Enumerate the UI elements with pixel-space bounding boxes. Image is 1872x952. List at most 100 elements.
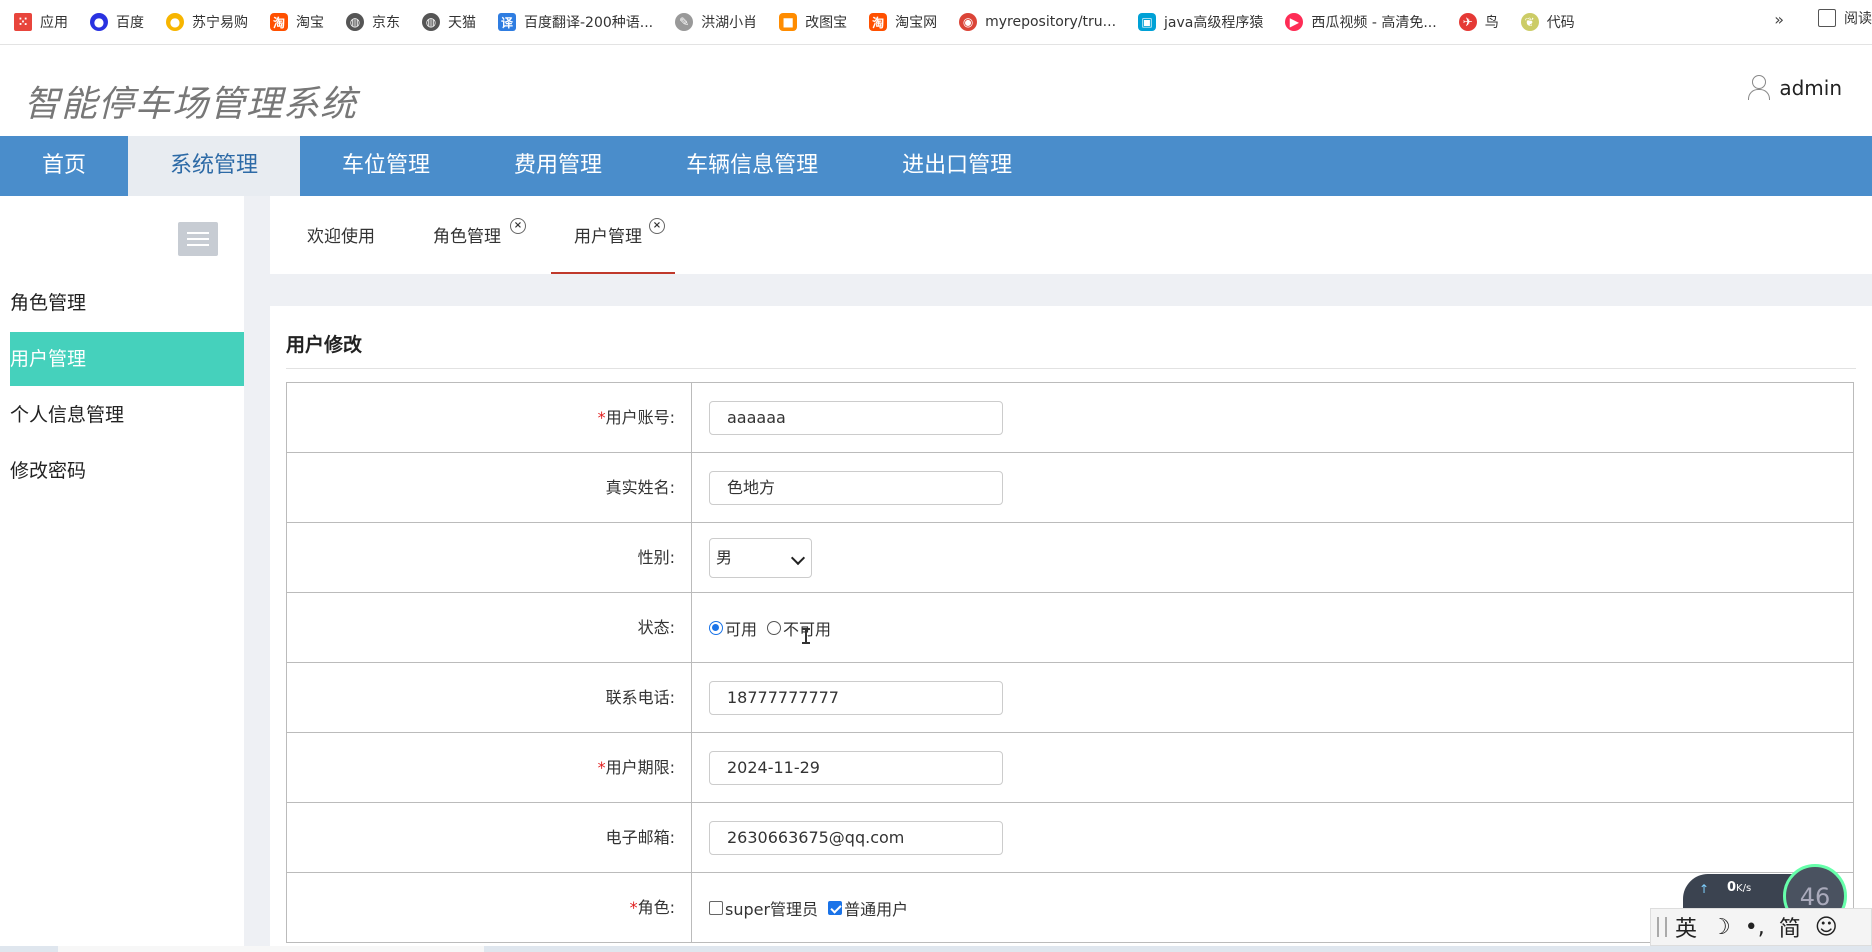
drag-handle-icon[interactable] [1657,917,1667,937]
tab-bar: 欢迎使用 角色管理 × 用户管理 × [270,196,1872,274]
bookmark-apps[interactable]: ⁙ 应用 [14,12,68,32]
bookmark-taobao[interactable]: 淘淘宝 [270,12,324,32]
status-option-disabled[interactable]: 不可用 [767,616,831,640]
taobao-icon: 淘 [270,13,288,31]
taobao-icon: 淘 [869,13,888,31]
tab-roles[interactable]: 角色管理 [433,222,501,247]
required-mark: * [597,408,606,427]
panel-title: 用户修改 [286,334,363,356]
gender-select[interactable]: 男 [709,537,812,578]
speed-rate-value: 0 [1727,880,1737,895]
bookmark-xigua[interactable]: ▶ 西瓜视频 - 高清免... [1285,12,1437,32]
bookmark-taobaowang[interactable]: 淘淘宝网 [869,12,937,32]
sidebar: 角色管理 用户管理 个人信息管理 修改密码 [0,196,244,952]
bookmark-suning[interactable]: ● 苏宁易购 [166,12,248,32]
form-row-realname: 真实姓名: 色地方 [287,453,1853,523]
realname-label: 真实姓名: [287,453,692,522]
form-row-status: 状态: 可用 不可用 [287,593,1853,663]
tab-welcome[interactable]: 欢迎使用 [307,222,375,247]
status-disabled-radio[interactable] [767,620,782,635]
role-option-super-admin[interactable]: super管理员 [709,896,818,920]
bookmark-myrepository[interactable]: ◉ myrepository/tru... [959,13,1116,31]
bookmarks-overflow-button[interactable]: » [1774,10,1784,29]
menu-toggle-button[interactable] [178,222,218,256]
bookmark-honghu[interactable]: ✎ 洪湖小肖 [675,12,757,32]
expiry-label: *用户期限: [287,733,692,802]
expiry-label-text: 用户期限: [605,758,675,777]
status-enabled-radio[interactable] [709,620,723,635]
bookmark-tmall[interactable]: ◍ 天猫 [422,12,476,32]
bookmark-gaitubao[interactable]: ■ 改图宝 [779,12,847,32]
leaf-icon: ❦ [1520,13,1539,31]
bookmark-java[interactable]: ▣ java高级程序猿 [1138,12,1263,32]
emoji-icon[interactable]: ☺ [1815,915,1838,940]
form-row-gender: 性别: 男 [287,523,1853,593]
email-label: 电子邮箱: [287,803,692,872]
status-label: 状态: [287,593,692,662]
bookmark-jd[interactable]: ◍ 京东 [346,12,400,32]
reader-icon [1818,9,1836,27]
nav-entry-exit[interactable]: 进出口管理 [860,136,1054,196]
nav-parking-space[interactable]: 车位管理 [300,136,472,196]
xigua-icon: ▶ [1285,13,1304,31]
bookmark-code[interactable]: ❦ 代码 [1520,12,1575,32]
realname-input[interactable]: 色地方 [709,470,1003,505]
globe-icon: ◍ [422,13,440,31]
bookmark-baidu[interactable]: ● 百度 [90,12,144,32]
top-nav: 首页 系统管理 车位管理 费用管理 车辆信息管理 进出口管理 [0,136,1872,196]
email-input[interactable]: 2630663675@qq.com [709,820,1003,855]
role-label: *角色: [287,873,692,942]
ime-toolbar: 英 ☽ •, 简 ☺ [1650,908,1872,946]
nav-home[interactable]: 首页 [0,136,128,196]
moon-icon[interactable]: ☽ [1711,915,1731,940]
nav-system[interactable]: 系统管理 [128,136,301,196]
role-option-normal-user[interactable]: 普通用户 [828,896,908,920]
speed-unit: K/s [1736,883,1752,894]
reader-mode-button[interactable]: 阅读 [1818,8,1872,28]
ime-language-toggle[interactable]: 英 [1675,911,1697,943]
active-tab-indicator [551,272,675,274]
role-label-text: 角色: [637,898,675,917]
bilibili-icon: ▣ [1138,13,1157,31]
tab-users[interactable]: 用户管理 [574,222,642,247]
sidebar-item-roles[interactable]: 角色管理 [10,276,244,330]
edit-user-panel: 用户修改 *用户账号: aaaaaa 真实姓名: 色地方 性别: 男 状态: 可… [270,306,1872,952]
panel-divider [286,368,1856,369]
baidu-paw-icon: ● [90,13,108,31]
nav-vehicle-info[interactable]: 车辆信息管理 [644,136,860,196]
tab-users-close-icon[interactable]: × [649,218,665,234]
status-option-enabled[interactable]: 可用 [709,616,757,640]
sidebar-item-profile[interactable]: 个人信息管理 [10,388,244,442]
role-super-admin-label: super管理员 [725,899,819,919]
tab-roles-close-icon[interactable]: × [510,218,526,234]
bookmark-baidu-translate[interactable]: 译百度翻译-200种语... [498,12,653,32]
sidebar-item-change-password[interactable]: 修改密码 [10,444,244,498]
phone-input[interactable]: 18777777777 [709,680,1003,715]
scrollbar-thumb[interactable] [58,946,484,952]
expiry-date-input[interactable]: 2024-11-29 [709,750,1003,785]
app-title: 智能停车场管理系统 [24,84,358,125]
gender-label: 性别: [287,523,692,592]
form-row-expiry: *用户期限: 2024-11-29 [287,733,1853,803]
bookmark-bird[interactable]: ✈ 鸟 [1458,12,1499,32]
account-label-text: 用户账号: [605,408,675,427]
user-menu[interactable]: admin [1747,75,1842,101]
sidebar-menu: 角色管理 用户管理 个人信息管理 修改密码 [10,276,244,500]
username: admin [1779,76,1842,100]
account-input[interactable]: aaaaaa [709,400,1003,435]
bookmarks-bar: ⁙ 应用 ● 百度 ● 苏宁易购 淘淘宝 ◍ 京东 ◍ 天猫 译百度翻译-200种语...… [0,0,1872,45]
phone-label: 联系电话: [287,663,692,732]
feather-icon: ✎ [675,13,694,31]
form-row-email: 电子邮箱: 2630663675@qq.com [287,803,1853,873]
user-form: *用户账号: aaaaaa 真实姓名: 色地方 性别: 男 状态: 可用 不可用… [286,382,1854,943]
horizontal-scrollbar[interactable] [0,946,1872,952]
sidebar-item-users[interactable]: 用户管理 [10,332,244,386]
required-mark: * [597,758,606,777]
role-super-admin-checkbox[interactable] [709,900,723,915]
app-header: 智能停车场管理系统 admin [0,45,1872,135]
role-normal-user-checkbox[interactable] [828,900,843,915]
ime-simplified-toggle[interactable]: 简 [1779,911,1801,943]
upload-arrow-icon: ↑ [1699,882,1710,896]
nav-fees[interactable]: 费用管理 [472,136,644,196]
punctuation-icon[interactable]: •, [1745,915,1765,940]
